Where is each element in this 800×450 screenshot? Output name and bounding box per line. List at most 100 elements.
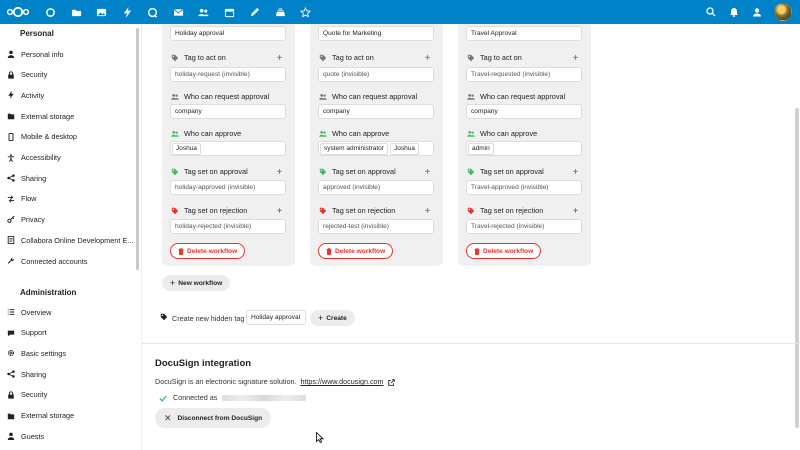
add-tag-icon[interactable]: +	[571, 168, 580, 178]
main-scrollbar[interactable]	[795, 108, 799, 428]
add-tag-icon[interactable]: +	[571, 207, 580, 217]
activity-icon[interactable]	[115, 0, 141, 24]
external-link-icon	[387, 378, 395, 386]
docusign-description-row: DocuSign is an electronic signature solu…	[155, 377, 395, 386]
label-text: Tag set on approval	[332, 167, 396, 176]
sidebar-item[interactable]: Privacy	[6, 213, 45, 227]
mouse-cursor-icon	[316, 432, 324, 443]
app-menu	[38, 0, 319, 24]
docusign-description: DocuSign is an electronic signature solu…	[155, 377, 297, 386]
disconnect-docusign-button[interactable]: ✕ Disconnect from DocuSign	[155, 408, 272, 428]
delete-workflow-button[interactable]: Delete workflow	[170, 243, 246, 259]
sidebar-item[interactable]: Collabora Online Development E...	[6, 233, 133, 247]
new-workflow-button[interactable]: + New workflow	[162, 275, 231, 291]
delete-workflow-button[interactable]: Delete workflow	[466, 243, 542, 259]
sidebar-item[interactable]: Basic settings	[6, 346, 66, 360]
files-icon[interactable]	[64, 0, 90, 24]
nextcloud-logo[interactable]	[4, 0, 32, 24]
calendar-icon[interactable]	[217, 0, 243, 24]
trash-icon	[178, 247, 184, 255]
add-tag-icon[interactable]: +	[275, 207, 284, 217]
workflow-title-input[interactable]	[466, 26, 582, 41]
label-text: Tag to act on	[480, 53, 522, 62]
tag-to-act-on-select[interactable]: Travel-requested (invisible)	[466, 67, 582, 82]
activity-icon	[6, 90, 16, 100]
requesters-select[interactable]: company	[466, 104, 582, 119]
dashboard-icon[interactable]	[38, 0, 64, 24]
user-icon	[6, 431, 16, 441]
search-icon[interactable]	[699, 0, 722, 24]
approver-chip[interactable]: Joshua	[389, 142, 419, 155]
add-tag-icon[interactable]: +	[275, 168, 284, 178]
who-can-request-label: Who can request approval	[318, 92, 417, 101]
workflow-title-input[interactable]	[318, 26, 434, 41]
approval-tag-select[interactable]: holiday-approved (invisible)	[170, 180, 286, 195]
delete-workflow-button[interactable]: Delete workflow	[318, 243, 394, 259]
tag-icon	[318, 206, 327, 215]
approver-chip[interactable]: admin	[468, 142, 494, 155]
sidebar-item[interactable]: Accessibility	[6, 151, 61, 165]
add-tag-icon[interactable]: +	[423, 207, 432, 217]
approvers-select[interactable]: system administrator Joshua	[318, 141, 434, 156]
sidebar-item[interactable]: Sharing	[6, 367, 46, 381]
workflow-title-input[interactable]	[170, 26, 286, 41]
requesters-select[interactable]: company	[170, 104, 286, 119]
who-can-approve-label: Who can approve	[318, 129, 389, 138]
tag-to-act-on-select[interactable]: quote (invisible)	[318, 67, 434, 82]
sidebar-item[interactable]: External storage	[6, 109, 74, 123]
label-text: Who can approve	[480, 129, 538, 138]
sidebar-item[interactable]: Personal info	[6, 47, 64, 61]
notes-icon[interactable]	[242, 0, 268, 24]
sidebar-item[interactable]: Sharing	[6, 171, 46, 185]
lock-icon	[6, 390, 16, 400]
tasks-icon[interactable]	[293, 0, 319, 24]
approval-tag-select[interactable]: Travel-approved (invisible)	[466, 180, 582, 195]
create-tag-button[interactable]: + Create	[310, 310, 355, 326]
sidebar-item-label: Guests	[21, 431, 45, 441]
tag-to-act-on-select[interactable]: holiday-request (invisible)	[170, 67, 286, 82]
sidebar-item[interactable]: Security	[6, 68, 47, 82]
collabora-icon	[6, 235, 16, 245]
approver-chip[interactable]: system administrator	[320, 142, 388, 155]
sidebar-item[interactable]: Security	[6, 388, 47, 402]
sidebar-item[interactable]: Connected accounts	[6, 254, 88, 268]
rejection-tag-select[interactable]: Travel-rejected (invisible)	[466, 219, 582, 234]
user-icon	[6, 49, 16, 59]
sidebar-item[interactable]: External storage	[6, 409, 74, 423]
deck-icon[interactable]	[268, 0, 294, 24]
add-tag-icon[interactable]: +	[571, 54, 580, 64]
sidebar-item[interactable]: Support	[6, 326, 47, 340]
notifications-icon[interactable]	[722, 0, 745, 24]
rejection-tag-select[interactable]: rejected-test (invisible)	[318, 219, 434, 234]
rejection-tag-select[interactable]: holiday-rejected (invisible)	[170, 219, 286, 234]
sidebar-item[interactable]: Activity	[6, 88, 44, 102]
sidebar-item-label: Activity	[21, 90, 45, 100]
approver-chip[interactable]: Joshua	[172, 142, 201, 155]
group-icon	[466, 92, 475, 101]
hidden-tag-input[interactable]	[246, 310, 306, 325]
contacts-icon[interactable]	[191, 0, 217, 24]
approvers-select[interactable]: admin	[466, 141, 582, 156]
workflow-card: Tag to act on + Travel-requested (invisibl…	[458, 24, 591, 266]
approvers-select[interactable]: Joshua	[170, 141, 286, 156]
photos-icon[interactable]	[89, 0, 115, 24]
key-icon	[6, 215, 16, 225]
mail-icon[interactable]	[166, 0, 192, 24]
sidebar-item[interactable]: Guests	[6, 429, 44, 443]
group-icon	[466, 129, 475, 138]
approval-tag-select[interactable]: approved (invisible)	[318, 180, 434, 195]
sidebar-item[interactable]: Mobile & desktop	[6, 130, 77, 144]
user-avatar[interactable]	[774, 3, 792, 21]
add-tag-icon[interactable]: +	[423, 168, 432, 178]
talk-icon[interactable]	[140, 0, 166, 24]
add-tag-icon[interactable]: +	[423, 54, 432, 64]
add-tag-icon[interactable]: +	[275, 54, 284, 64]
sidebar-scrollbar[interactable]	[136, 28, 139, 270]
contacts-menu-icon[interactable]	[745, 0, 768, 24]
sidebar-item[interactable]: Flow	[6, 192, 36, 206]
docusign-link[interactable]: https://www.docusign.com	[300, 377, 383, 386]
tag-icon	[466, 206, 475, 215]
chat-icon	[6, 328, 16, 338]
sidebar-item[interactable]: Overview	[6, 305, 51, 319]
requesters-select[interactable]: company	[318, 104, 434, 119]
